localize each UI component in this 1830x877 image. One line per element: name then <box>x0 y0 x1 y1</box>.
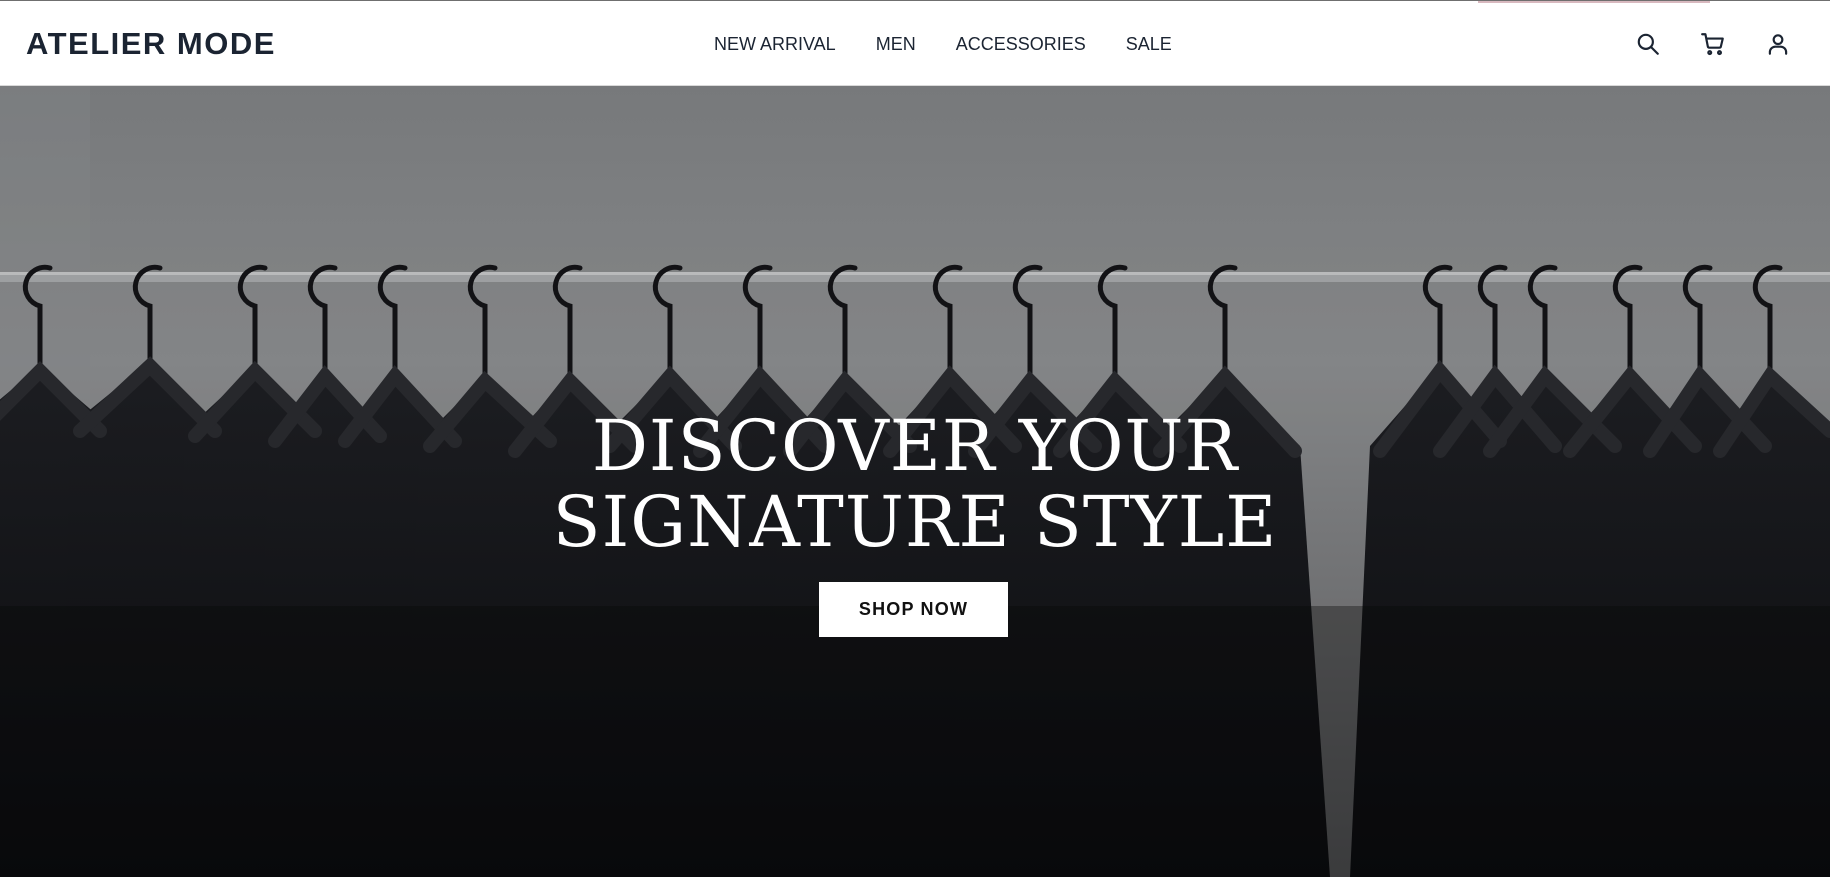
hero-title-line-2: SIGNATURE STYLE <box>552 481 1278 563</box>
hero-title-line-1: DISCOVER YOUR <box>591 405 1239 487</box>
header-actions <box>1634 30 1791 57</box>
user-icon <box>1768 33 1787 55</box>
shop-now-button[interactable]: SHOP NOW <box>819 582 1008 637</box>
search-icon <box>1637 33 1659 55</box>
header-accent-strip <box>1478 1 1710 3</box>
hero-banner: DISCOVER YOUR SIGNATURE STYLE SHOP NOW <box>0 86 1830 877</box>
account-button[interactable] <box>1764 30 1791 57</box>
hero-title: DISCOVER YOUR SIGNATURE STYLE <box>0 408 1830 560</box>
nav-item-men[interactable]: MEN <box>876 32 916 56</box>
search-button[interactable] <box>1634 30 1661 57</box>
cart-button[interactable] <box>1699 30 1726 57</box>
nav-item-sale[interactable]: SALE <box>1126 32 1172 56</box>
cart-icon <box>1700 32 1724 55</box>
main-nav: NEW ARRIVAL MEN ACCESSORIES SALE <box>714 32 1172 56</box>
nav-item-new-arrival[interactable]: NEW ARRIVAL <box>714 32 836 56</box>
nav-item-accessories[interactable]: ACCESSORIES <box>956 32 1086 56</box>
site-header: ATELIER MODE NEW ARRIVAL MEN ACCESSORIES… <box>0 0 1830 86</box>
brand-logo[interactable]: ATELIER MODE <box>26 25 276 63</box>
